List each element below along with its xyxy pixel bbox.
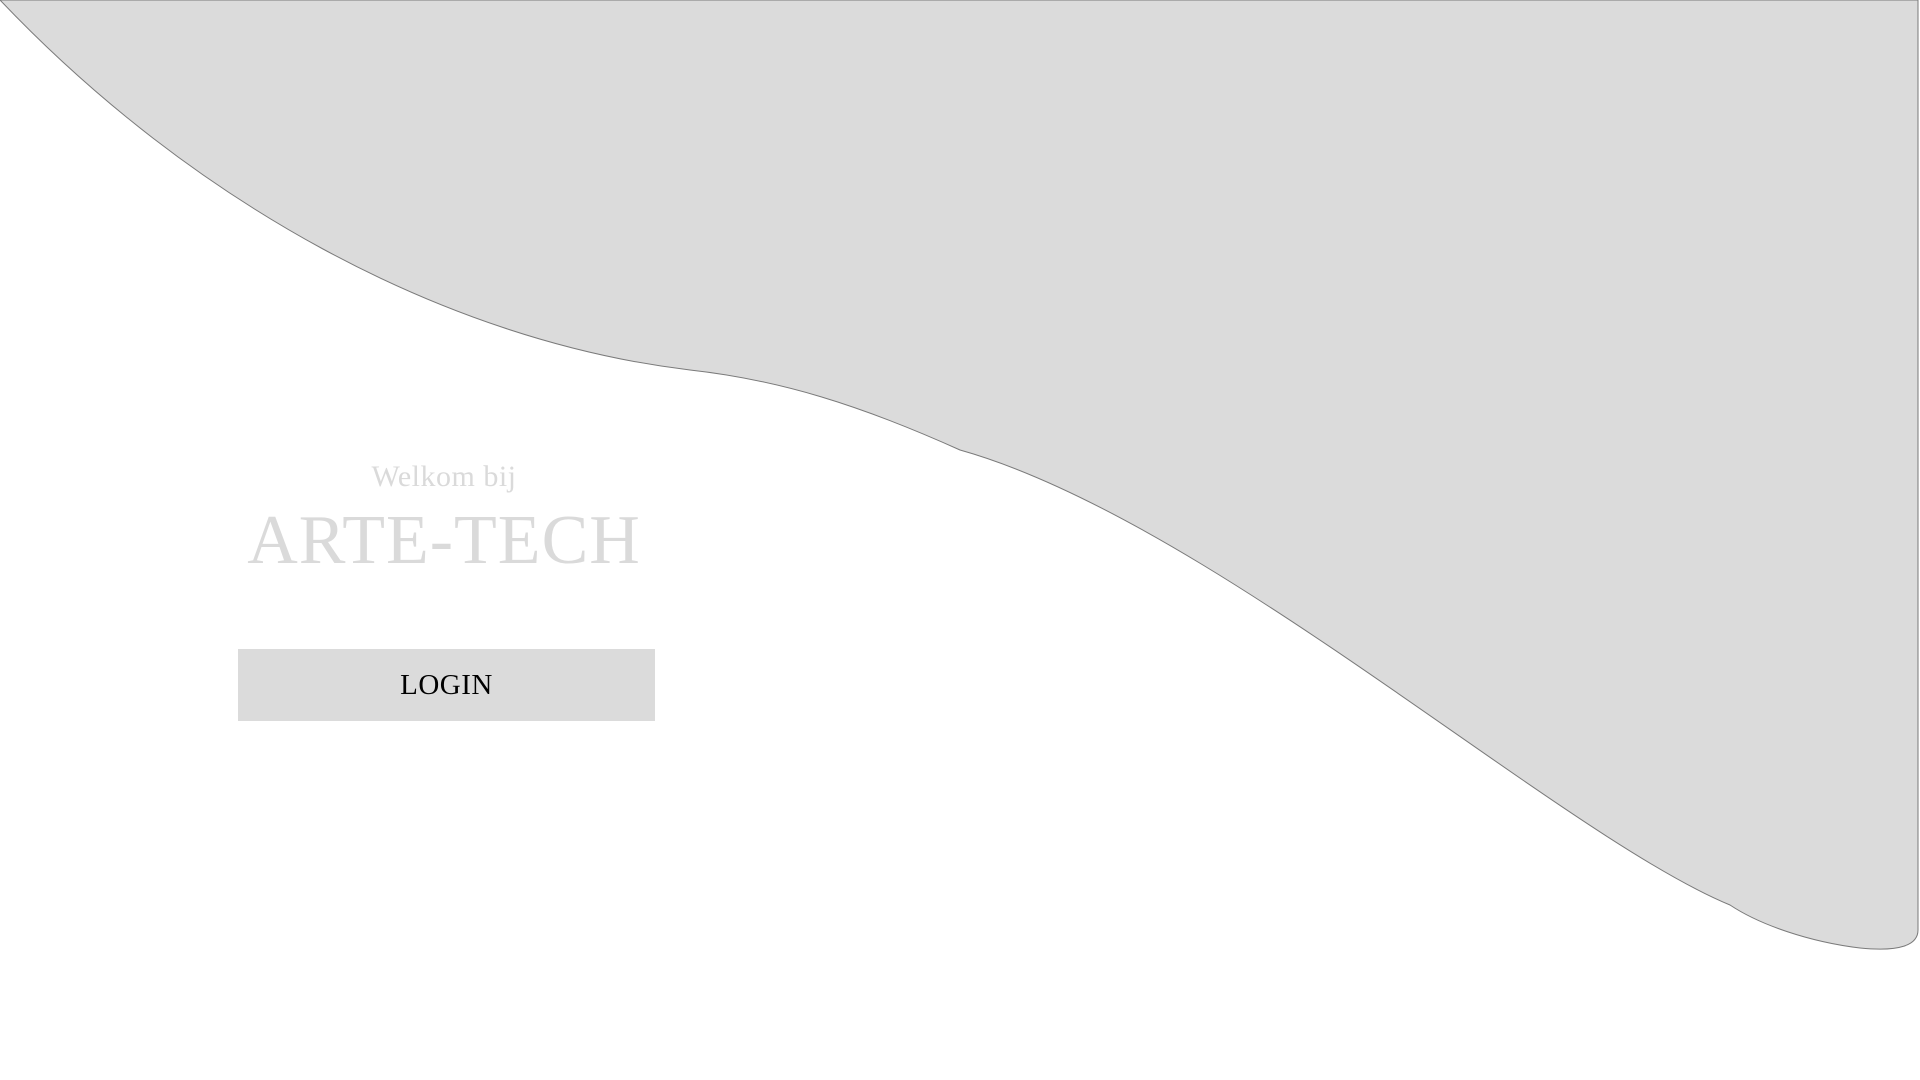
- welcome-subtitle: Welkom bij: [371, 460, 517, 493]
- login-button[interactable]: LOGIN: [238, 649, 655, 721]
- brand-title: ARTE-TECH: [247, 502, 641, 579]
- login-page: Welkom bij ARTE-TECH LOGIN: [0, 0, 1920, 1080]
